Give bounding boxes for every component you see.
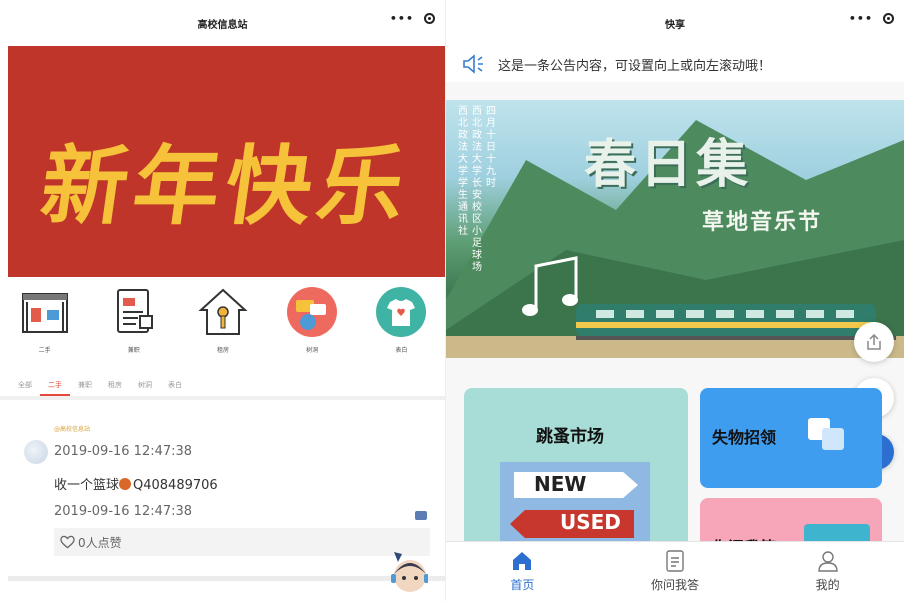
nav-bar: 快享 ••• [446,0,904,46]
document-icon [666,550,684,572]
mini-program-capsule[interactable]: ••• [849,12,894,25]
nav-bar: 高校信息站 ••• [0,0,445,46]
category-label: 树洞 [306,347,319,354]
category-part-time[interactable]: 兼职 [94,285,174,354]
avatar[interactable] [24,440,48,464]
flea-market-card[interactable]: 跳蚤市场 NEW USED [464,388,688,548]
new-year-banner[interactable]: 新年快乐 [8,46,445,277]
category-tree-hole[interactable]: 树洞 [272,285,352,354]
post-author[interactable]: @高校信息站 [54,424,90,433]
category-tabs: 全部 二手 兼职 租房 树洞 表白 [0,372,445,400]
banner-text: 新年快乐 [34,136,417,237]
new-used-sign: NEW USED [500,462,650,548]
tab-rent[interactable]: 租房 [100,372,130,396]
category-rent[interactable]: 租房 [183,285,263,354]
tab-all[interactable]: 全部 [10,372,40,396]
sign-new: NEW [514,472,638,498]
like-bar[interactable]: 0人点赞 [54,528,430,556]
tab-label: 你问我答 [651,578,700,592]
share-icon [867,333,881,350]
user-icon [817,551,838,572]
card-title: 跳蚤市场 [536,427,604,447]
customer-service-icon[interactable] [388,548,429,594]
page-title: 高校信息站 [197,19,248,31]
notice-bar[interactable]: 这是一条公告内容，可设置向上或向左滚动哦！ [446,46,904,82]
close-target-icon[interactable] [883,13,894,24]
category-label: 表白 [395,347,408,354]
post-time: 2019-09-16 12:47:38 [54,444,193,459]
post-contact: Q408489706 [133,478,218,493]
mini-program-capsule[interactable]: ••• [390,12,435,25]
category-label: 租房 [216,347,229,354]
tab-label: 我的 [815,578,840,592]
category-label: 二手 [38,347,51,354]
house-key-icon [196,285,250,339]
category-grid: 二手 兼职 租房 树洞 表白 [0,285,445,354]
category-second-hand[interactable]: 二手 [5,285,85,354]
lost-found-icon [808,418,844,450]
poster-subtitle: 草地音乐节 [702,210,823,235]
card-title: 失物招领 [712,428,777,447]
poster-vertical-org: 西北政法大学学生通讯社 [458,106,468,237]
left-screen: 高校信息站 ••• 新年快乐 二手 兼职 租房 树洞 表白 全部 二手 兼职 租… [0,0,446,601]
tab-confession[interactable]: 表白 [160,372,190,396]
tab-tree-hole[interactable]: 树洞 [130,372,160,396]
tab-mine[interactable]: 我的 [751,542,904,601]
document-icon [107,285,161,339]
shop-icon [18,285,72,339]
poster-vertical-place: 西北政法大学长安校区小足球场 [472,106,482,273]
category-confession[interactable]: 表白 [361,285,441,354]
speaker-icon [463,54,483,74]
post-content: 收一个篮球 Q408489706 [54,474,218,493]
tab-qa[interactable]: 你问我答 [599,542,752,601]
notice-text: 这是一条公告内容，可设置向上或向左滚动哦！ [498,58,772,74]
chat-bubble-icon[interactable] [415,511,427,520]
tab-part-time[interactable]: 兼职 [70,372,100,396]
post-time-secondary: 2019-09-16 12:47:38 [54,504,193,519]
tab-home[interactable]: 首页 [446,542,599,601]
basketball-icon [119,478,132,490]
category-label: 兼职 [127,347,140,354]
poster-vertical-date: 四月十日十九时 [486,106,496,189]
more-icon[interactable]: ••• [390,12,414,25]
tab-second-hand[interactable]: 二手 [40,372,70,396]
train-illustration [576,304,896,340]
divider [8,576,445,581]
page-title: 快享 [665,19,685,31]
music-festival-poster[interactable]: 四月十日十九时 西北政法大学长安校区小足球场 西北政法大学学生通讯社 春日集 草… [446,100,904,358]
more-icon[interactable]: ••• [849,12,873,25]
post-text: 收一个篮球 [54,478,120,493]
poster-title: 春日集 [584,134,753,195]
love-tshirt-icon [374,285,428,339]
bottom-tab-bar: 首页 你问我答 我的 [446,541,904,601]
share-button[interactable] [854,322,894,362]
like-count: 0人点赞 [78,535,122,550]
heart-icon[interactable] [60,535,75,549]
sign-used: USED [510,510,634,538]
home-icon [513,552,532,570]
chat-globe-icon [285,285,339,339]
lost-found-card[interactable]: 失物招领 [700,388,882,488]
tab-label: 首页 [510,578,535,592]
close-target-icon[interactable] [424,13,435,24]
right-screen: 快享 ••• 这是一条公告内容，可设置向上或向左滚动哦！ 四月十日十九时 西北政… [446,0,904,601]
